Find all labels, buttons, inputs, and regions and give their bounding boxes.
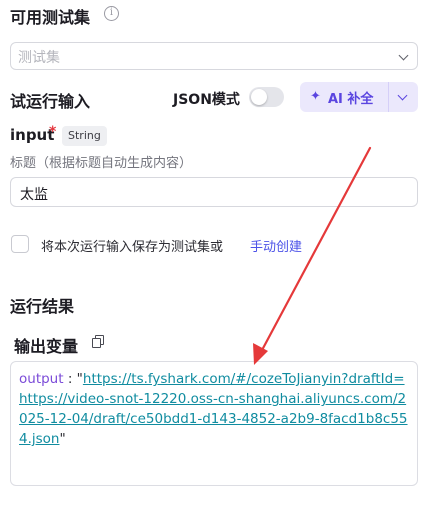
arrow-shaft [259,146,372,354]
annotation-arrow [253,146,372,365]
arrow-head [253,343,268,365]
